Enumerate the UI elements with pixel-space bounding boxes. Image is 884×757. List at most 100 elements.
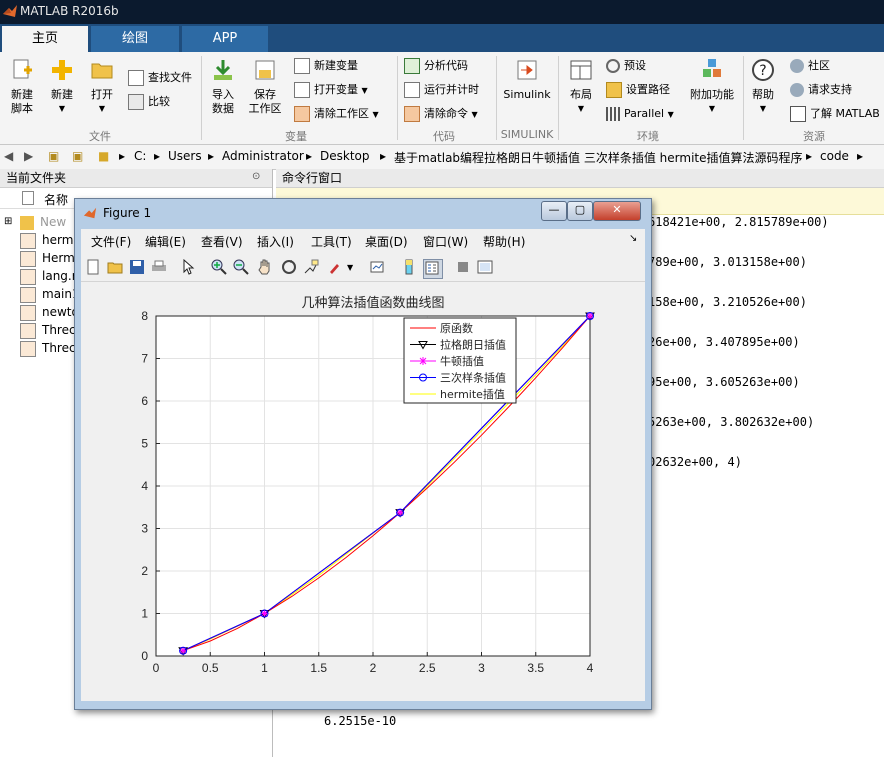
rotate-3d-icon[interactable] xyxy=(281,259,299,277)
save-icon[interactable] xyxy=(129,259,147,277)
learn-matlab-button[interactable]: 了解 MATLAB xyxy=(790,104,880,124)
zoom-out-icon[interactable] xyxy=(233,259,251,277)
brush-dropdown-icon[interactable]: ▼ xyxy=(347,263,365,281)
open-button[interactable]: 打开 ▼ xyxy=(86,58,118,116)
path-segment[interactable]: Administrator xyxy=(222,149,304,163)
clear-commands-button[interactable]: 清除命令 ▼ xyxy=(404,104,478,124)
menu-edit[interactable]: 编辑(E) xyxy=(145,233,186,250)
import-data-button[interactable]: 导入 数据 xyxy=(206,58,240,116)
file-name: Threc xyxy=(42,341,76,355)
run-and-time-button[interactable]: 运行并计时 xyxy=(404,80,479,100)
brush-icon[interactable] xyxy=(327,259,345,277)
menu-desktop[interactable]: 桌面(D) xyxy=(365,233,408,250)
y-tick-label: 4 xyxy=(141,479,148,493)
list-item[interactable]: Herm xyxy=(20,249,75,267)
list-item[interactable]: Threc xyxy=(20,321,76,339)
select-pointer-icon[interactable] xyxy=(181,258,199,277)
m-file-icon xyxy=(20,304,36,321)
addons-button[interactable]: 附加功能 ▼ xyxy=(686,58,738,116)
tab-plots[interactable]: 绘图 xyxy=(91,26,179,52)
list-item[interactable]: New xyxy=(20,213,66,231)
up-folder-icon[interactable]: ▣ xyxy=(48,149,59,163)
print-icon[interactable] xyxy=(151,259,169,277)
compare-label: 比较 xyxy=(148,95,170,108)
path-separator-icon: ▸ xyxy=(119,149,126,163)
figure-canvas[interactable]: 0 0.5 1 1.5 2 2.5 3 3.5 4 0 1 2 3 4 5 6 7 8 几种算法插值函数曲线图 原函数… xyxy=(81,282,645,701)
set-path-button[interactable]: 设置路径 xyxy=(606,80,670,100)
simulink-button[interactable]: Simulink xyxy=(502,58,552,102)
list-item[interactable]: Threc xyxy=(20,339,76,357)
minimize-button[interactable]: — xyxy=(541,201,567,221)
m-file-icon xyxy=(20,268,36,285)
open-file-icon[interactable] xyxy=(107,259,125,277)
list-item[interactable]: newto xyxy=(20,303,79,321)
x-tick-label: 2.5 xyxy=(419,661,436,675)
layout-button[interactable]: 布局 ▼ xyxy=(564,58,598,116)
link-plot-icon[interactable] xyxy=(369,259,387,277)
clear-workspace-dropdown-icon: ▼ xyxy=(372,110,379,119)
figure-toolbar: ▼ xyxy=(81,253,645,282)
new-figure-icon[interactable] xyxy=(85,259,103,277)
figure-title-bar[interactable]: Figure 1 — ▢ ✕ xyxy=(75,199,651,227)
panel-menu-icon[interactable]: ⊙ xyxy=(252,171,260,182)
new-script-button[interactable]: 新建 脚本 xyxy=(6,58,38,116)
group-file-label: 文件 xyxy=(89,130,111,143)
tab-apps[interactable]: APP xyxy=(182,26,268,52)
group-simulink-label: SIMULINK xyxy=(500,128,554,141)
menu-insert[interactable]: 插入(I) xyxy=(257,233,294,250)
file-icon xyxy=(22,191,34,205)
list-item[interactable]: main1 xyxy=(20,285,80,303)
compare-button[interactable]: 比较 xyxy=(128,92,170,112)
file-name: Herm xyxy=(42,251,75,265)
save-workspace-button[interactable]: 保存 工作区 xyxy=(246,58,284,116)
preferences-button[interactable]: 预设 xyxy=(606,56,646,76)
interpolation-plot[interactable]: 0 0.5 1 1.5 2 2.5 3 3.5 4 0 1 2 3 4 5 6 7 8 几种算法插值函数曲线图原函数… xyxy=(81,282,645,701)
menu-help[interactable]: 帮助(H) xyxy=(483,233,525,250)
parallel-button[interactable]: Parallel ▼ xyxy=(606,104,674,124)
list-item[interactable]: lang.r xyxy=(20,267,77,285)
new-button[interactable]: 新建 ▼ xyxy=(46,58,78,116)
maximize-button[interactable]: ▢ xyxy=(567,201,593,221)
learn-matlab-label: 了解 MATLAB xyxy=(810,107,880,120)
help-label: 帮助 xyxy=(752,88,774,101)
zoom-in-icon[interactable] xyxy=(211,259,229,277)
pan-hand-icon[interactable] xyxy=(257,259,275,277)
browse-folder-icon[interactable]: ▣ xyxy=(72,149,83,163)
menu-window[interactable]: 窗口(W) xyxy=(423,233,468,250)
matlab-logo-icon xyxy=(3,5,17,17)
community-button[interactable]: 社区 xyxy=(790,56,830,76)
data-cursor-icon[interactable] xyxy=(303,259,321,277)
open-variable-button[interactable]: 打开变量 ▼ xyxy=(294,80,368,100)
hide-plot-tools-icon[interactable] xyxy=(455,259,473,277)
find-files-button[interactable]: 查找文件 xyxy=(128,68,192,88)
menu-view[interactable]: 查看(V) xyxy=(201,233,243,250)
clear-workspace-button[interactable]: 清除工作区 ▼ xyxy=(294,104,379,124)
back-arrow-icon[interactable]: ◀ xyxy=(4,149,13,163)
new-dropdown-icon: ▼ xyxy=(58,104,66,113)
figure-window[interactable]: Figure 1 — ▢ ✕ 文件(F) 编辑(E) 查看(V) 插入(I) 工… xyxy=(74,198,652,710)
tab-home[interactable]: 主页 xyxy=(2,26,88,52)
list-item[interactable]: hermi xyxy=(20,231,77,249)
new-variable-button[interactable]: 新建变量 xyxy=(294,56,358,76)
expand-icon[interactable]: ⊞ xyxy=(4,216,12,227)
open-variable-dropdown-icon: ▼ xyxy=(361,86,368,95)
path-segment[interactable]: Users xyxy=(168,149,202,163)
help-button[interactable]: ? 帮助 ▼ xyxy=(748,58,778,116)
m-file-icon xyxy=(20,286,36,303)
show-plot-tools-icon[interactable] xyxy=(477,259,495,277)
request-support-button[interactable]: 请求支持 xyxy=(790,80,852,100)
legend-icon[interactable] xyxy=(423,259,443,279)
analyze-code-button[interactable]: 分析代码 xyxy=(404,56,468,76)
path-segment[interactable]: Desktop xyxy=(320,149,370,163)
colorbar-icon[interactable] xyxy=(401,259,419,277)
path-segment[interactable]: C: xyxy=(134,149,146,163)
close-button[interactable]: ✕ xyxy=(593,201,641,221)
menu-dock-icon[interactable]: ↘ xyxy=(629,233,637,244)
forward-arrow-icon[interactable]: ▶ xyxy=(24,149,33,163)
parallel-dropdown-icon: ▼ xyxy=(667,110,674,119)
path-segment[interactable]: code xyxy=(820,149,849,163)
menu-tools[interactable]: 工具(T) xyxy=(311,233,352,250)
path-segment[interactable]: 基于matlab编程拉格朗日牛顿插值 三次样条插值 hermite插值算法源码程… xyxy=(394,149,803,166)
menu-file[interactable]: 文件(F) xyxy=(91,233,131,250)
clear-workspace-label: 清除工作区 xyxy=(314,107,369,120)
